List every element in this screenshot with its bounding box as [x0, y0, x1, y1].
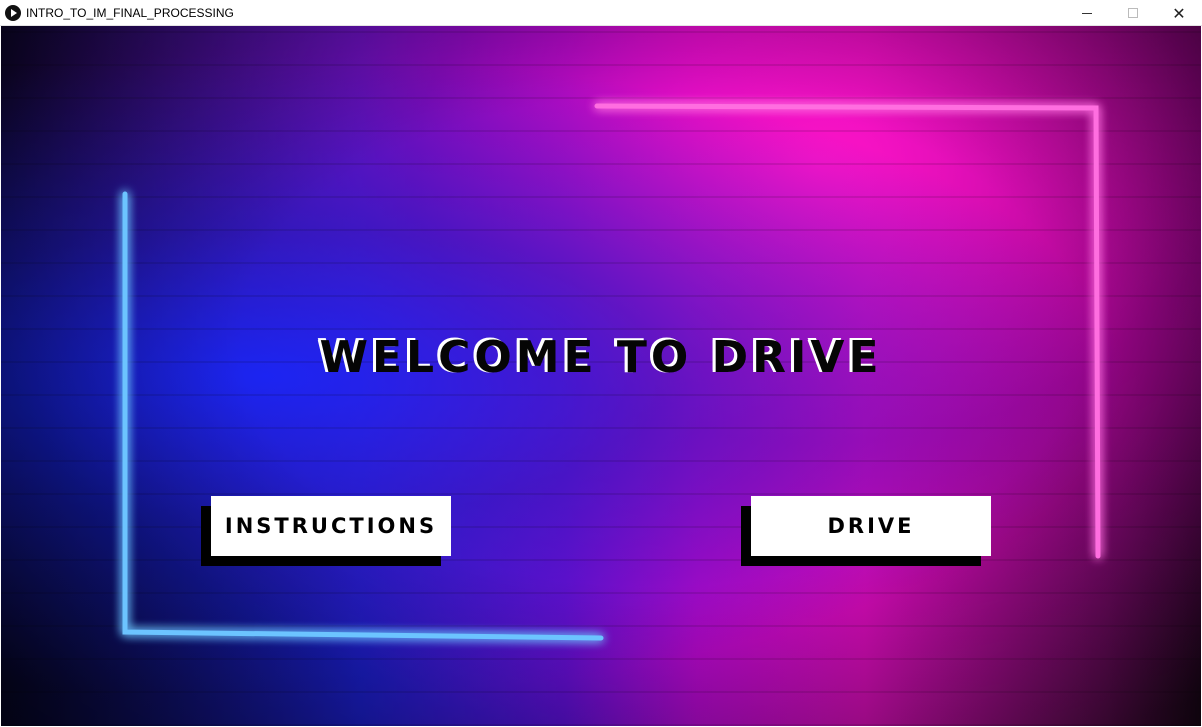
neon-blue-bracket	[122, 191, 604, 641]
window-title: INTRO_TO_IM_FINAL_PROCESSING	[26, 5, 234, 20]
drive-button[interactable]: DRIVE	[751, 496, 991, 556]
welcome-heading: WELCOME TO DRIVE	[319, 332, 883, 383]
close-button[interactable]: ✕	[1156, 0, 1202, 26]
maximize-button[interactable]	[1110, 0, 1156, 26]
instructions-button-group: INSTRUCTIONS	[201, 496, 451, 566]
sketch-canvas: WELCOME TO DRIVE INSTRUCTIONS DRIVE	[1, 26, 1201, 726]
close-icon: ✕	[1172, 3, 1186, 23]
processing-app-icon	[5, 4, 21, 21]
minimize-button[interactable]	[1064, 0, 1110, 26]
neon-pink-bracket	[594, 103, 1101, 559]
minimize-icon	[1082, 12, 1092, 14]
maximize-icon	[1128, 8, 1138, 18]
drive-button-group: DRIVE	[741, 496, 991, 566]
window-controls: ✕	[1064, 0, 1202, 26]
instructions-button[interactable]: INSTRUCTIONS	[211, 496, 451, 556]
window-titlebar: INTRO_TO_IM_FINAL_PROCESSING ✕	[0, 0, 1202, 26]
